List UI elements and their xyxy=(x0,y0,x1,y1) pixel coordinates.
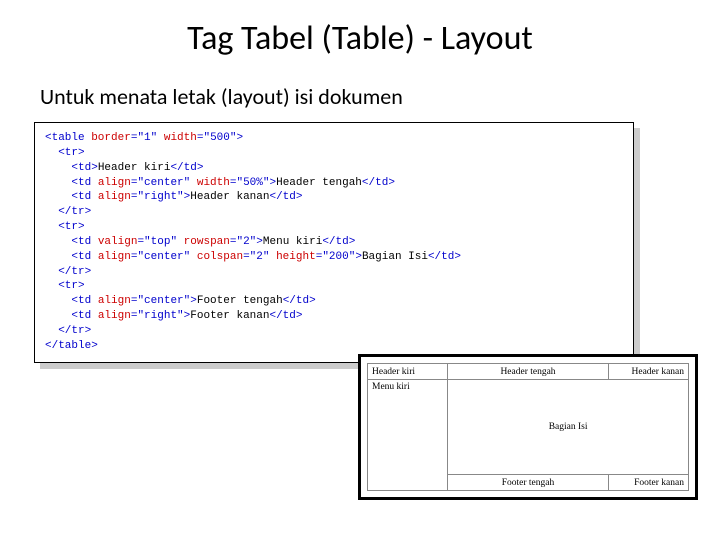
code-tag: > xyxy=(256,236,263,248)
code-tag: </table> xyxy=(45,340,98,352)
code-tag: </tr> xyxy=(45,325,91,337)
code-example-region: <table border="1" width="500"> <tr> <td>… xyxy=(34,122,634,363)
code-attr: width xyxy=(190,177,230,189)
code-tag: </tr> xyxy=(45,266,91,278)
code-tag: <td> xyxy=(45,162,98,174)
cell-content: Bagian Isi xyxy=(448,380,689,475)
code-tag: <tr> xyxy=(45,280,85,292)
rendered-output-box: Header kiri Header tengah Header kanan M… xyxy=(358,354,698,500)
table-row: Menu kiri Bagian Isi xyxy=(368,380,689,475)
code-tag: > xyxy=(355,251,362,263)
code-val: "500" xyxy=(203,132,236,144)
code-tag: </td> xyxy=(283,295,316,307)
code-attr: height xyxy=(269,251,315,263)
table-row: Header kiri Header tengah Header kanan xyxy=(368,364,689,380)
cell-footer-right: Footer kanan xyxy=(608,475,688,491)
code-attr: align xyxy=(91,177,131,189)
code-box: <table border="1" width="500"> <tr> <td>… xyxy=(34,122,634,363)
code-val: "1" xyxy=(137,132,157,144)
code-val: "right" xyxy=(137,310,183,322)
code-attr: align xyxy=(91,191,131,203)
rendered-table: Header kiri Header tengah Header kanan M… xyxy=(367,363,689,491)
code-tag: <td xyxy=(45,236,91,248)
code-tag: <td xyxy=(45,251,91,263)
code-tag: <table xyxy=(45,132,85,144)
code-tag: </tr> xyxy=(45,206,91,218)
code-tag: <tr> xyxy=(45,147,85,159)
code-text: Footer tengah xyxy=(197,295,283,307)
code-attr: border xyxy=(85,132,131,144)
cell-header-left: Header kiri xyxy=(368,364,448,380)
code-val: "center" xyxy=(137,295,190,307)
code-tag: > xyxy=(190,295,197,307)
code-tag: > xyxy=(236,132,243,144)
code-val: "center" xyxy=(137,177,190,189)
code-val: "2" xyxy=(236,236,256,248)
code-tag: </td> xyxy=(269,310,302,322)
code-attr: valign xyxy=(91,236,137,248)
code-val: "200" xyxy=(322,251,355,263)
cell-footer-center: Footer tengah xyxy=(448,475,609,491)
code-tag: <td xyxy=(45,295,91,307)
code-text: Bagian Isi xyxy=(362,251,428,263)
code-tag: <td xyxy=(45,191,91,203)
code-text: Menu kiri xyxy=(263,236,322,248)
cell-header-right: Header kanan xyxy=(608,364,688,380)
slide-title: Tag Tabel (Table) - Layout xyxy=(0,18,720,59)
code-text: Header kiri xyxy=(98,162,171,174)
code-tag: </td> xyxy=(170,162,203,174)
code-tag: <td xyxy=(45,177,91,189)
code-val: "50%" xyxy=(236,177,269,189)
code-text: Header kanan xyxy=(190,191,269,203)
code-tag: <tr> xyxy=(45,221,85,233)
code-val: "center" xyxy=(137,251,190,263)
code-attr: rowspan xyxy=(177,236,230,248)
code-val: "top" xyxy=(144,236,177,248)
code-attr: width xyxy=(157,132,197,144)
code-text: Header tengah xyxy=(276,177,362,189)
code-text: Footer kanan xyxy=(190,310,269,322)
code-attr: colspan xyxy=(190,251,243,263)
code-tag: </td> xyxy=(322,236,355,248)
code-attr: align xyxy=(91,295,131,307)
code-val: "right" xyxy=(137,191,183,203)
slide-subtitle: Untuk menata letak (layout) isi dokumen xyxy=(40,83,720,110)
code-tag: <td xyxy=(45,310,91,322)
code-attr: align xyxy=(91,310,131,322)
cell-menu-left: Menu kiri xyxy=(368,380,448,491)
cell-header-center: Header tengah xyxy=(448,364,609,380)
code-tag: </td> xyxy=(269,191,302,203)
code-tag: </td> xyxy=(362,177,395,189)
code-tag: </td> xyxy=(428,251,461,263)
code-val: "2" xyxy=(250,251,270,263)
code-eq: = xyxy=(243,251,250,263)
code-attr: align xyxy=(91,251,131,263)
